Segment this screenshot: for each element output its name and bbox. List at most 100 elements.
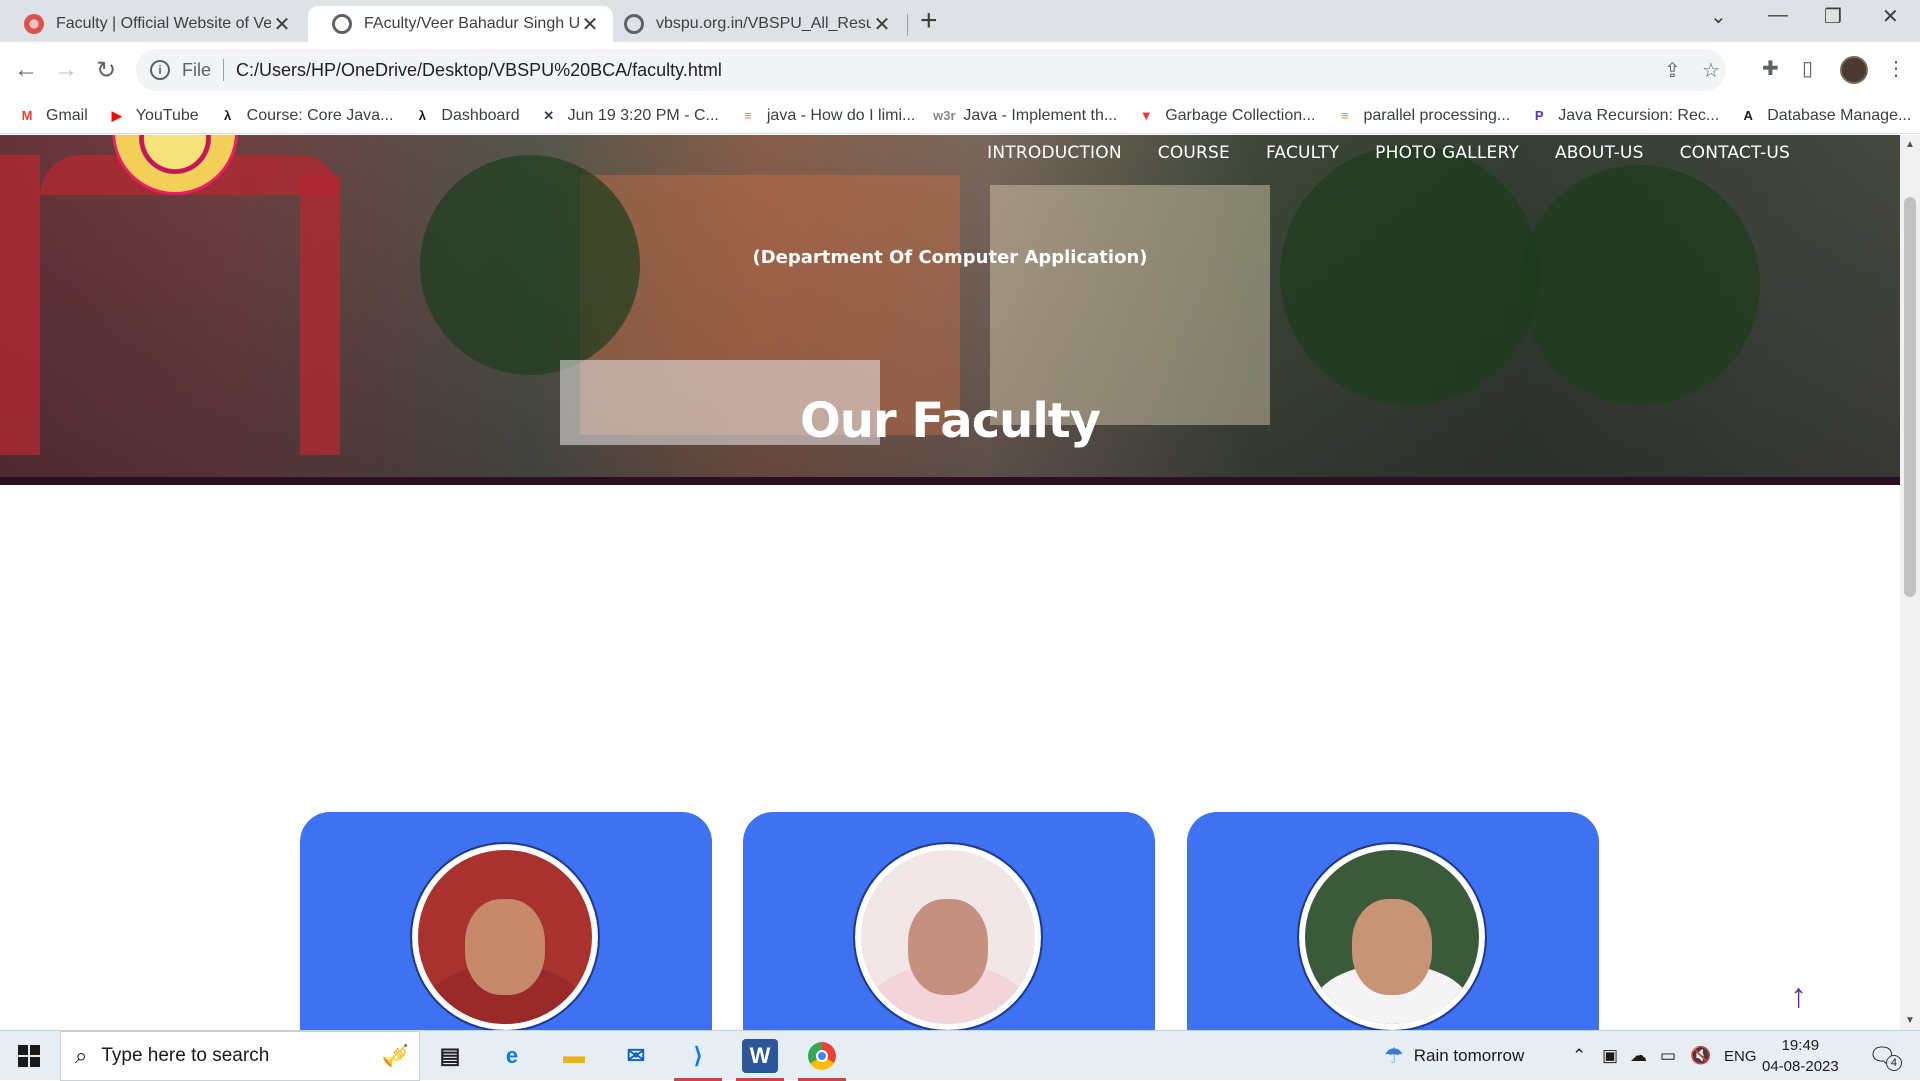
hero-bottom-strip: [0, 477, 1900, 485]
bookmark-label: Java Recursion: Rec...: [1558, 106, 1720, 124]
tab-title: Faculty | Official Website of Veer Bahad…: [56, 15, 271, 32]
faculty-card[interactable]: [300, 812, 712, 1030]
minimize-button[interactable]: —: [1768, 4, 1788, 27]
weather-widget[interactable]: ☂ Rain tomorrow: [1384, 1031, 1524, 1081]
onedrive-cloud-icon[interactable]: ☁: [1630, 1031, 1647, 1081]
bookmark-item[interactable]: P Java Recursion: Rec...: [1530, 107, 1719, 125]
faculty-cards: [300, 812, 1600, 1030]
dashboard-icon: λ: [418, 108, 426, 123]
faculty-card[interactable]: [743, 812, 1155, 1030]
bookmarks-bar: M Gmail ▶ YouTube λ Course: Core Java... λ Dash…: [0, 98, 1920, 134]
edge-browser-icon[interactable]: e: [494, 1039, 530, 1073]
faculty-photo-3: [1297, 842, 1487, 1030]
notification-center-icon[interactable]: 🗨 4: [1868, 1031, 1902, 1081]
show-hidden-icons-chevron-icon[interactable]: ⌃: [1572, 1031, 1586, 1081]
nav-link-faculty[interactable]: FACULTY: [1266, 143, 1339, 163]
search-placeholder: Type here to search: [101, 1045, 270, 1066]
bookmark-item[interactable]: ≡ parallel processing...: [1336, 107, 1511, 125]
volume-muted-icon[interactable]: 🔇: [1690, 1031, 1711, 1081]
share-icon[interactable]: ⇪: [1664, 49, 1681, 91]
chrome-icon[interactable]: [798, 1039, 846, 1081]
meet-now-icon[interactable]: ▣: [1602, 1031, 1618, 1081]
tab-faculty-local[interactable]: FAculty/Veer Bahadur Singh University ✕: [308, 6, 613, 42]
task-view-icon[interactable]: ▤: [432, 1039, 468, 1073]
bookmark-label: parallel processing...: [1363, 106, 1511, 124]
faculty-photo-1: [410, 842, 600, 1030]
forward-arrow-icon[interactable]: →: [48, 52, 84, 88]
bookmark-label: YouTube: [135, 106, 199, 124]
bookmark-item[interactable]: A Database Manage...: [1739, 106, 1912, 125]
chrome-menu-icon[interactable]: ⋮: [1886, 56, 1906, 81]
main-nav: INTRODUCTION COURSE FACULTY PHOTO GALLERY AB…: [951, 143, 1790, 163]
file-explorer-icon[interactable]: ▬: [556, 1039, 592, 1073]
bookmark-label: Dashboard: [441, 106, 520, 124]
word-icon[interactable]: W: [736, 1039, 784, 1081]
mail-icon[interactable]: ✉: [618, 1039, 654, 1073]
tab-results[interactable]: vbspu.org.in/VBSPU_All_Results.aspx ✕: [600, 6, 905, 42]
restore-button[interactable]: ❐: [1824, 4, 1842, 29]
nav-link-about-us[interactable]: ABOUT-US: [1555, 143, 1644, 163]
bookmark-item[interactable]: M Gmail: [18, 107, 88, 125]
windows-start-icon[interactable]: [18, 1045, 40, 1067]
bookmark-star-icon[interactable]: ☆: [1702, 49, 1720, 91]
w3resource-icon: w3r: [933, 108, 956, 123]
close-tab-icon[interactable]: ✕: [579, 12, 601, 37]
nav-link-photo-gallery[interactable]: PHOTO GALLERY: [1375, 143, 1519, 163]
tab-strip: Faculty | Official Website of Veer Bahad…: [0, 0, 1920, 42]
back-to-top-arrow-icon[interactable]: ↑: [1790, 977, 1807, 1016]
battery-icon[interactable]: ▭: [1660, 1031, 1676, 1081]
tree: [1520, 165, 1760, 405]
close-tab-icon[interactable]: ✕: [271, 12, 293, 37]
bookmark-item[interactable]: λ Dashboard: [413, 106, 520, 125]
extensions-puzzle-icon[interactable]: ✚: [1762, 56, 1779, 81]
bookmark-item[interactable]: ✕ Jun 19 3:20 PM - C...: [540, 107, 719, 125]
reload-icon[interactable]: ↻: [88, 52, 124, 88]
faculty-card[interactable]: [1187, 812, 1599, 1030]
bookmark-label: Database Manage...: [1767, 106, 1912, 124]
bookmark-item[interactable]: ▼ Garbage Collection...: [1137, 107, 1316, 125]
page-viewport: INTRODUCTION COURSE FACULTY PHOTO GALLERY AB…: [0, 135, 1900, 1030]
meeting-icon: ✕: [543, 107, 555, 123]
tab-faculty-official[interactable]: Faculty | Official Website of Veer Bahad…: [0, 6, 305, 42]
bookmark-item[interactable]: ≡ java - How do I limi...: [739, 107, 915, 125]
tab-search-chevron-icon[interactable]: ⌄: [1710, 4, 1727, 29]
geeks-icon: ▼: [1139, 108, 1153, 123]
nav-link-course[interactable]: COURSE: [1158, 143, 1230, 163]
scroll-up-arrow-icon[interactable]: ▲: [1905, 139, 1915, 150]
address-url[interactable]: C:/Users/HP/OneDrive/Desktop/VBSPU%20BCA…: [236, 60, 722, 81]
notification-count-badge: 4: [1885, 1055, 1902, 1071]
scroll-down-arrow-icon[interactable]: ▼: [1905, 1015, 1915, 1026]
trumpet-search-highlight-icon: 🎺: [381, 1043, 409, 1068]
taskbar-search[interactable]: ⌕ Type here to search 🎺: [60, 1031, 420, 1081]
university-favicon-icon: [24, 14, 44, 34]
bookmark-item[interactable]: ▶ YouTube: [108, 107, 199, 125]
bookmark-item[interactable]: w3r Java - Implement th...: [933, 107, 1117, 125]
new-tab-button[interactable]: +: [920, 6, 938, 36]
campus-building: [990, 185, 1270, 425]
language-indicator[interactable]: ENG: [1724, 1031, 1757, 1081]
nav-link-contact-us[interactable]: CONTACT-US: [1680, 143, 1790, 163]
bookmark-label: Jun 19 3:20 PM - C...: [567, 106, 719, 124]
database-icon: A: [1743, 108, 1753, 123]
vscode-icon[interactable]: ⟩: [674, 1039, 722, 1081]
close-tab-icon[interactable]: ✕: [871, 12, 893, 37]
clock-date: 04-08-2023: [1762, 1058, 1839, 1075]
bookmark-item[interactable]: λ Course: Core Java...: [219, 107, 393, 125]
address-bar[interactable]: i File C:/Users/HP/OneDrive/Desktop/VBSP…: [136, 49, 1726, 91]
close-window-button[interactable]: ✕: [1882, 4, 1899, 29]
nav-link-introduction[interactable]: INTRODUCTION: [987, 143, 1122, 163]
address-scheme: File: [182, 59, 212, 80]
scrollbar-thumb[interactable]: [1904, 197, 1916, 597]
rain-umbrella-icon: ☂: [1384, 1043, 1404, 1068]
search-icon: ⌕: [75, 1043, 88, 1068]
person-face: [908, 898, 988, 995]
programiz-icon: P: [1534, 108, 1544, 123]
site-info-icon[interactable]: i: [150, 60, 170, 80]
weather-text: Rain tomorrow: [1413, 1046, 1525, 1065]
back-arrow-icon[interactable]: ←: [8, 52, 44, 88]
profile-avatar[interactable]: [1840, 56, 1868, 84]
page-scrollbar[interactable]: ▲ ▼: [1900, 135, 1920, 1030]
bookmark-label: java - How do I limi...: [766, 106, 916, 124]
system-clock[interactable]: 19:49 04-08-2023: [1762, 1035, 1839, 1077]
side-panel-icon[interactable]: ▯: [1802, 56, 1813, 81]
